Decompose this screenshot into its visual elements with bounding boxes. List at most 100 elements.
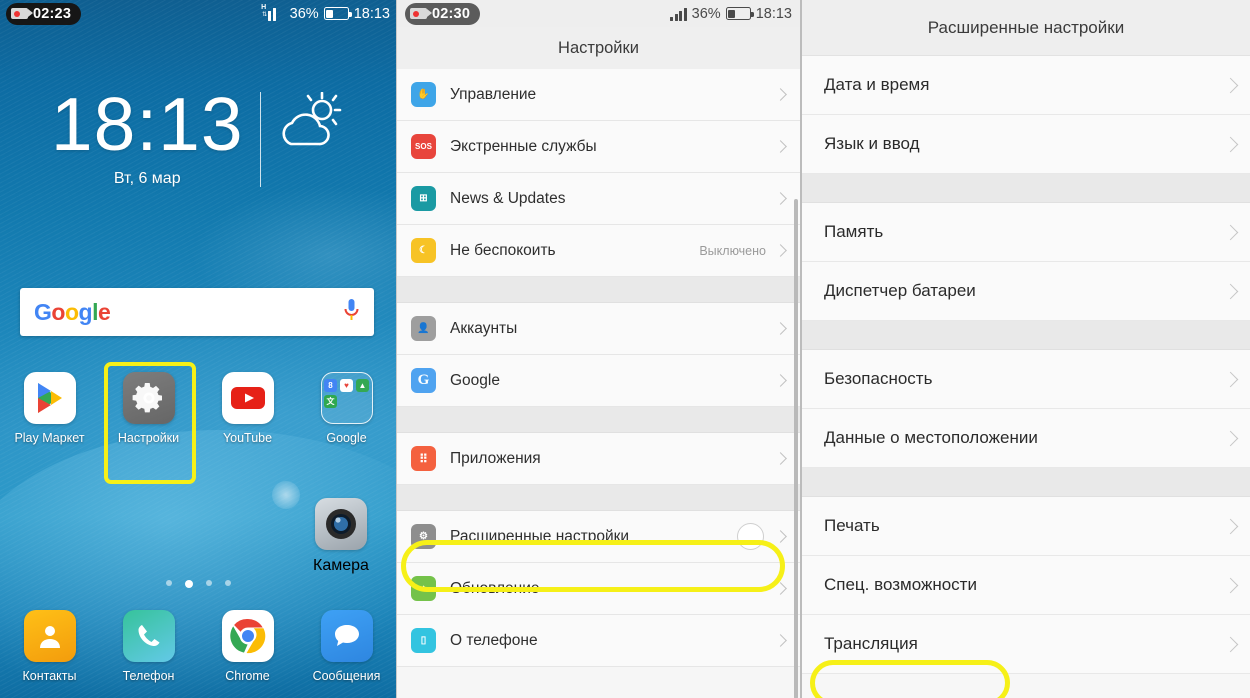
microphone-icon[interactable]	[343, 298, 360, 327]
advanced-row-accessibility[interactable]: Спец. возможности	[802, 556, 1250, 615]
settings-row-update[interactable]: ↑ Обновление	[397, 563, 800, 615]
app-label: Камера	[313, 557, 369, 574]
chevron-right-icon	[774, 192, 787, 205]
app-play-market[interactable]: Play Маркет	[0, 372, 99, 445]
settings-row-label: Управление	[450, 85, 537, 103]
settings-list[interactable]: ✋ Управление SOS Экстренные службы ⊞ New…	[397, 69, 800, 698]
advanced-row-security[interactable]: Безопасность	[802, 350, 1250, 409]
tap-ripple-indicator	[737, 523, 764, 550]
screenshot-stage: 02:23 H ⇅ 36% 18:13 18:13 Вт, 6 мар Goog…	[0, 0, 1250, 698]
battery-icon	[725, 7, 754, 20]
advanced-settings-panel: Расширенные настройки Дата и время Язык …	[800, 0, 1250, 698]
settings-panel: 02:30 36% 18:13 Настройки ✋ Управление S…	[396, 0, 800, 698]
apps-grid-icon: ⠿	[411, 446, 436, 471]
google-g-icon: G	[411, 368, 436, 393]
signal-updown-icon: ⇅	[262, 11, 268, 18]
advanced-row-date-time[interactable]: Дата и время	[802, 56, 1250, 115]
chevron-right-icon	[1222, 224, 1239, 240]
app-label: Телефон	[122, 669, 175, 683]
settings-row-label: Не беспокоить	[450, 241, 556, 259]
app-google-folder[interactable]: 8 ♥ ▲ 文 Google	[297, 372, 396, 445]
advanced-row-location[interactable]: Данные о местоположении	[802, 409, 1250, 468]
status-clock: 18:13	[353, 5, 390, 22]
advanced-title: Расширенные настройки	[802, 0, 1250, 56]
advanced-row-label: Данные о местоположении	[824, 428, 1038, 447]
home-page-indicator[interactable]	[0, 580, 396, 588]
clock-block: 18:13 Вт, 6 мар	[51, 87, 260, 188]
advanced-row-print[interactable]: Печать	[802, 497, 1250, 556]
settings-row-label: Обновление	[450, 579, 540, 597]
app-label: Настройки	[117, 431, 180, 445]
settings-row-apps[interactable]: ⠿ Приложения	[397, 433, 800, 485]
app-chrome[interactable]: Chrome	[198, 610, 297, 683]
advanced-row-label: Спец. возможности	[824, 575, 977, 594]
battery-percent-label: 36%	[289, 5, 319, 22]
folder-mini-fit-icon: ♥	[340, 379, 353, 392]
settings-row-label: Расширенные настройки	[450, 527, 630, 545]
settings-row-dnd[interactable]: ☾ Не беспокоить Выключено	[397, 225, 800, 277]
app-youtube[interactable]: YouTube	[198, 372, 297, 445]
settings-row-advanced[interactable]: ⚙ Расширенные настройки	[397, 511, 800, 563]
settings-row-accounts[interactable]: 👤 Аккаунты	[397, 303, 800, 355]
app-phone[interactable]: Телефон	[99, 610, 198, 683]
advanced-row-label: Дата и время	[824, 75, 930, 94]
weather-partly-cloudy-icon	[277, 91, 345, 159]
settings-row-management[interactable]: ✋ Управление	[397, 69, 800, 121]
contacts-icon	[23, 610, 76, 662]
page-dot	[205, 580, 212, 586]
play-store-icon	[23, 372, 76, 424]
sos-icon: SOS	[411, 134, 436, 159]
advanced-row-language-input[interactable]: Язык и ввод	[802, 115, 1250, 174]
widget-date: Вт, 6 мар	[113, 170, 181, 187]
clock-weather-widget[interactable]: 18:13 Вт, 6 мар	[0, 87, 396, 188]
recording-camera-icon	[410, 8, 432, 19]
home-status-bar: 02:23 H ⇅ 36% 18:13	[0, 0, 396, 27]
app-label: Chrome	[225, 669, 270, 683]
chevron-right-icon	[1222, 577, 1239, 593]
chevron-right-icon	[774, 634, 787, 647]
page-dot	[165, 580, 172, 586]
app-messages[interactable]: Сообщения	[297, 610, 396, 683]
signal-bars-icon	[670, 7, 687, 21]
settings-row-label: Аккаунты	[450, 319, 518, 337]
news-icon: ⊞	[411, 186, 436, 211]
advanced-row-cast[interactable]: Трансляция	[802, 615, 1250, 674]
gear-icon	[122, 372, 175, 424]
chevron-right-icon	[1222, 371, 1239, 387]
logo-letter-g2: g	[78, 298, 93, 325]
advanced-row-memory[interactable]: Память	[802, 203, 1250, 262]
advanced-row-label: Диспетчер батареи	[824, 281, 976, 300]
chevron-right-icon	[774, 582, 787, 595]
page-dot	[224, 580, 231, 586]
home-screen-panel: 02:23 H ⇅ 36% 18:13 18:13 Вт, 6 мар Goog…	[0, 0, 396, 698]
chevron-right-icon	[774, 88, 787, 101]
battery-percent-label: 36%	[691, 5, 721, 22]
chevron-right-icon	[774, 530, 787, 543]
logo-letter-o1: o	[51, 298, 65, 325]
wallpaper-bokeh	[272, 481, 300, 509]
advanced-group-divider	[802, 174, 1250, 203]
logo-letter-e: e	[97, 298, 111, 325]
advanced-row-label: Язык и ввод	[824, 134, 920, 153]
app-contacts[interactable]: Контакты	[0, 610, 99, 683]
recording-timer: 02:23	[33, 5, 72, 22]
status-clock: 18:13	[755, 5, 792, 22]
settings-row-emergency[interactable]: SOS Экстренные службы	[397, 121, 800, 173]
settings-row-about-phone[interactable]: ▯ О телефоне	[397, 615, 800, 667]
advanced-row-battery-manager[interactable]: Диспетчер батареи	[802, 262, 1250, 321]
app-label: Play Маркет	[14, 431, 85, 445]
app-settings[interactable]: Настройки	[99, 372, 198, 445]
chevron-right-icon	[1222, 283, 1239, 299]
google-folder-icon: 8 ♥ ▲ 文	[320, 372, 373, 424]
settings-row-news[interactable]: ⊞ News & Updates	[397, 173, 800, 225]
chevron-right-icon	[1222, 430, 1239, 446]
google-search-bar[interactable]: Google	[20, 288, 374, 336]
settings-scrollbar[interactable]	[794, 199, 798, 698]
settings-row-label: О телефоне	[450, 631, 538, 649]
person-icon: 👤	[411, 316, 436, 341]
settings-row-google[interactable]: G Google	[397, 355, 800, 407]
signal-bars-icon: H ⇅	[261, 4, 285, 21]
app-camera[interactable]: Камера	[300, 498, 382, 575]
home-dock-row: Контакты Телефон Chrome Сообщения	[0, 610, 396, 683]
chevron-right-icon	[774, 140, 787, 153]
